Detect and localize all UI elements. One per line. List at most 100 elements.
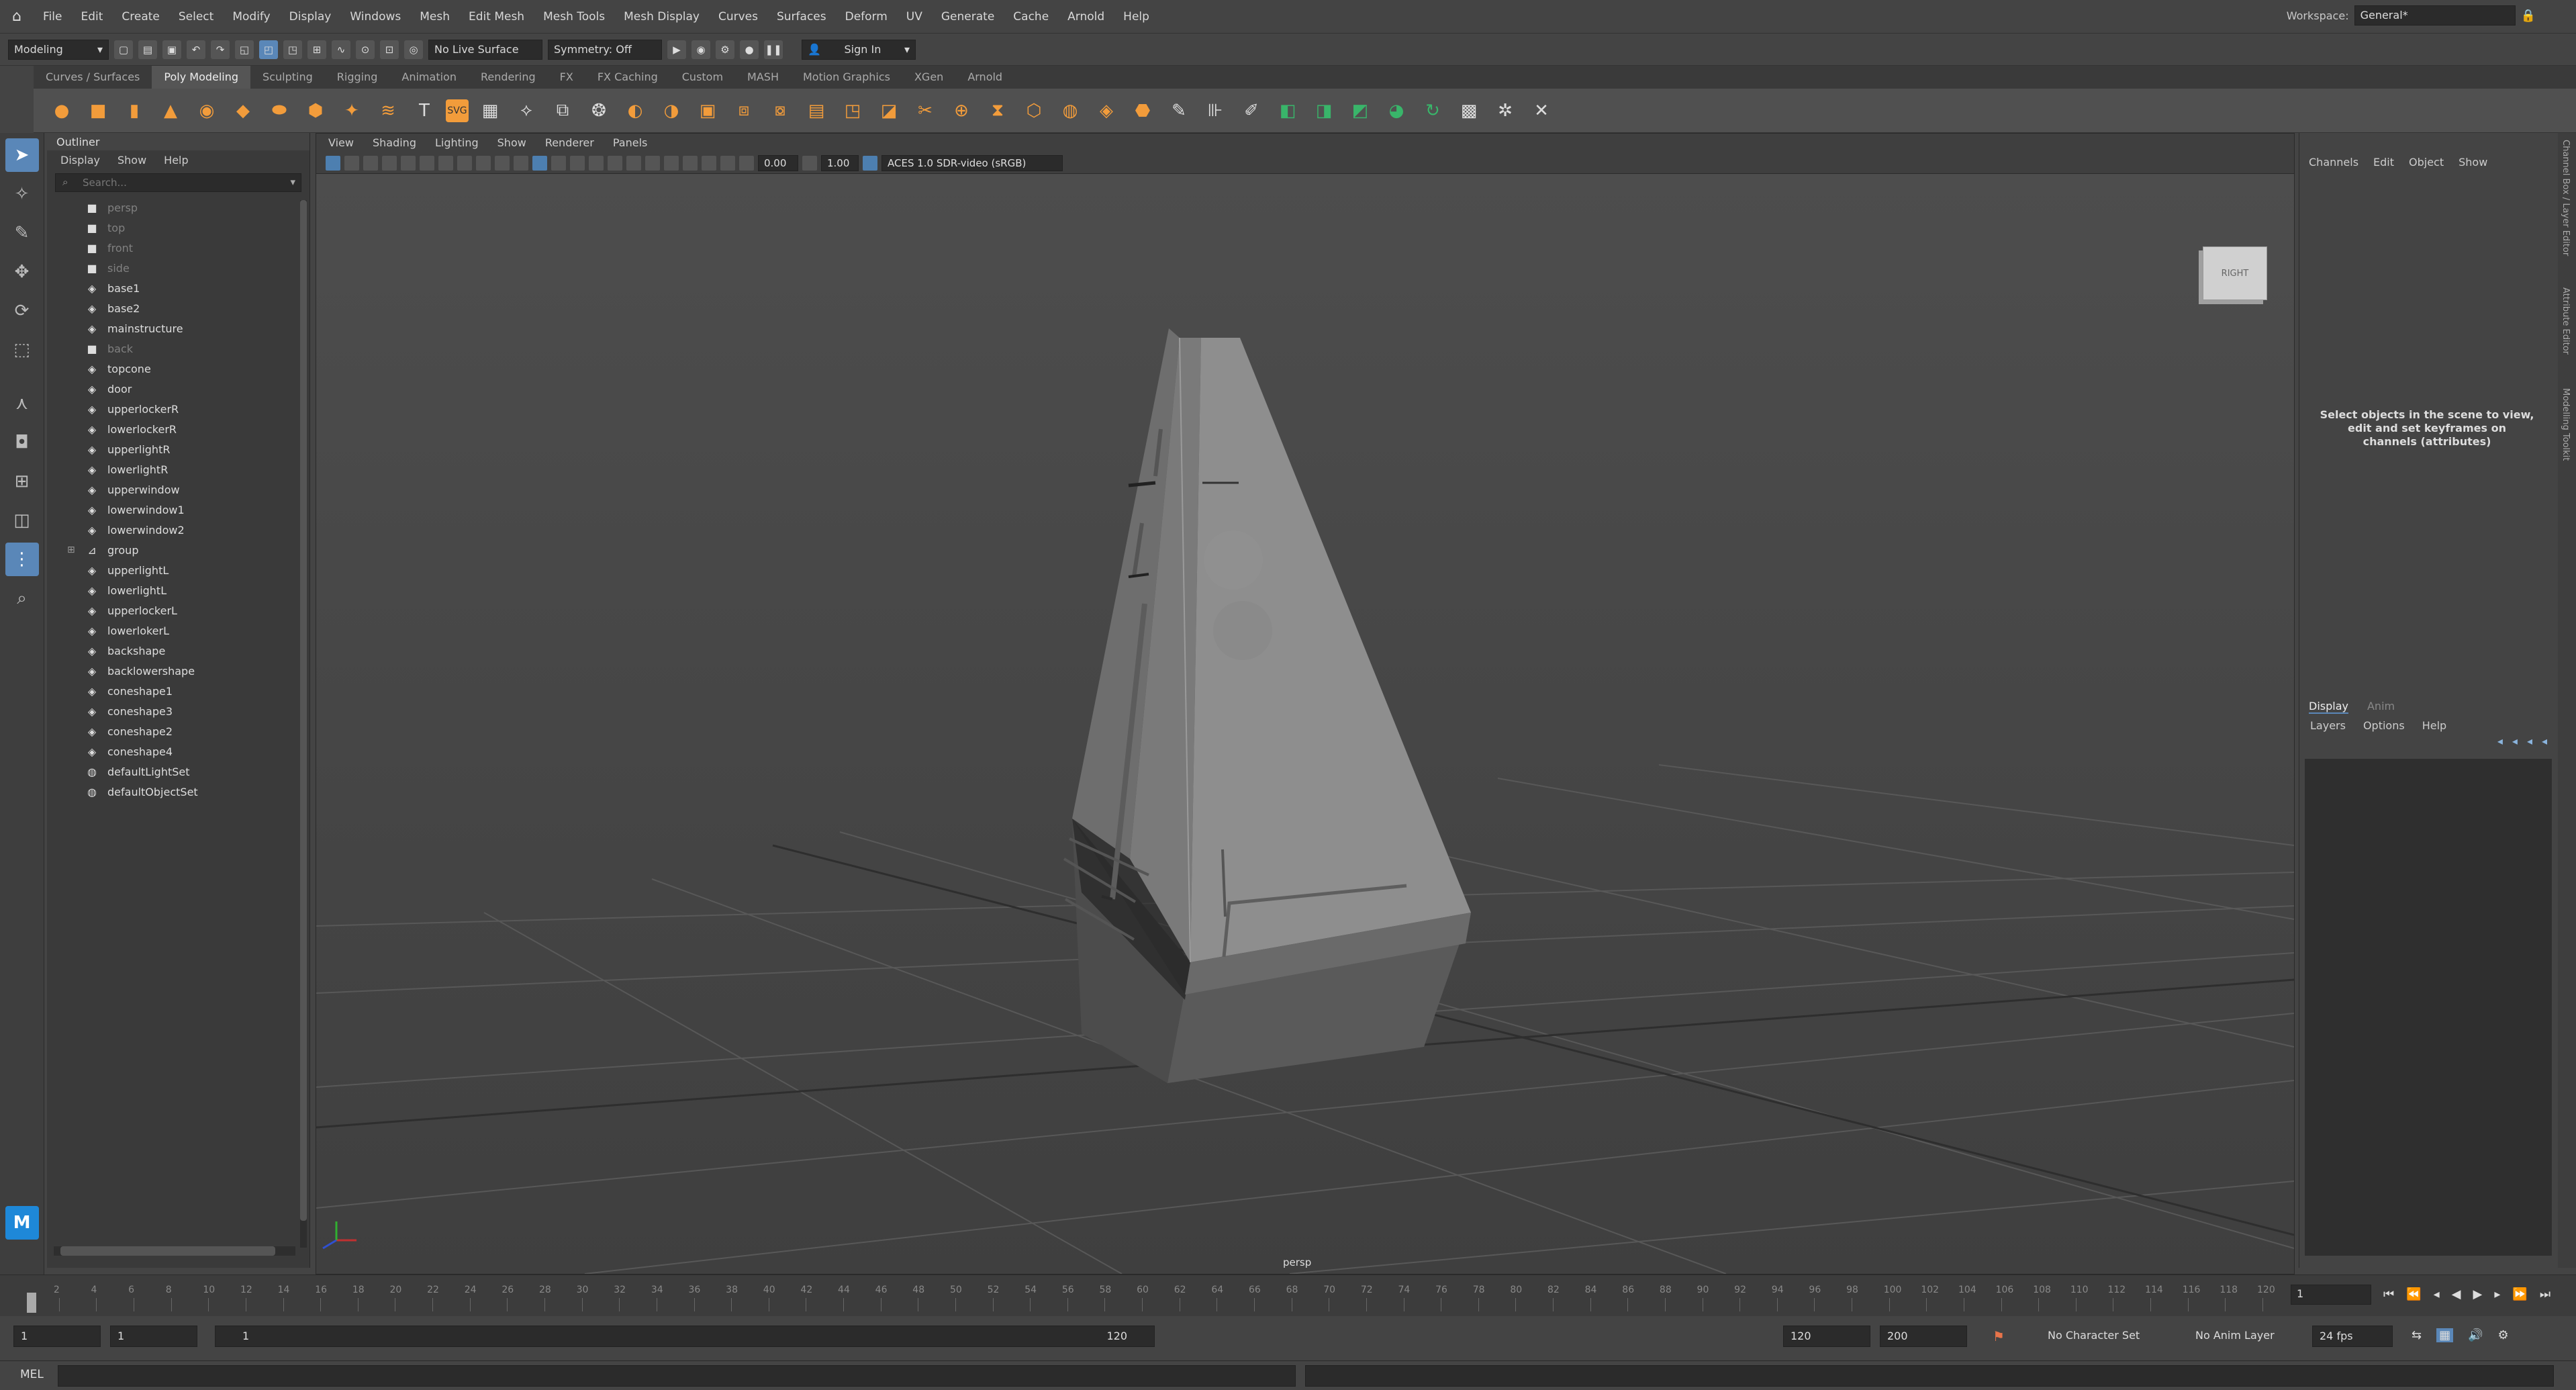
channel-box-menu-edit[interactable]: Edit (2373, 156, 2394, 169)
xray-joints-icon[interactable] (720, 155, 735, 171)
select-object-icon[interactable]: ◰ (259, 40, 278, 59)
shelf-tab-xgen[interactable]: XGen (902, 66, 955, 89)
auto-key-icon[interactable]: ⚑ (1993, 1328, 2005, 1344)
target-weld-icon[interactable]: ⊕ (947, 96, 976, 126)
outliner-item[interactable]: ◈ upperlockerR (47, 399, 309, 419)
command-language-label[interactable]: MEL (20, 1368, 44, 1381)
channel-box-menu-object[interactable]: Object (2409, 156, 2444, 169)
outliner-item[interactable]: ◈ upperlightL (47, 560, 309, 580)
tab-display[interactable]: Display (2309, 700, 2348, 714)
time-slider[interactable]: 1 ⏮ ⏪ ◂ ◀ ▶ ▸ ⏩ ⏭ 2 4 6 8 10 12 14 16 18 20 22 24 26… (0, 1275, 2576, 1316)
smooth-icon[interactable]: ❂ (584, 96, 614, 126)
play-back-icon[interactable]: ◀ (2452, 1287, 2461, 1301)
uv-auto-icon[interactable]: ◨ (1309, 96, 1339, 126)
poly-cube-icon[interactable]: ■ (83, 96, 113, 126)
uv-cylindrical-icon[interactable]: ◩ (1345, 96, 1375, 126)
pause-icon[interactable]: ❚❚ (764, 40, 783, 59)
resolution-gate-icon[interactable] (457, 155, 472, 171)
character-set-dropdown[interactable]: No Character Set (2041, 1326, 2182, 1347)
gamma-field[interactable]: 1.00 (821, 154, 859, 171)
ambient-occlusion-icon[interactable] (626, 155, 641, 171)
four-view-icon[interactable]: ⊞ (5, 465, 39, 498)
hypershade-icon[interactable]: ● (740, 40, 759, 59)
menu-uv[interactable]: UV (897, 10, 932, 24)
new-layer-icon[interactable]: ◂ (2527, 735, 2532, 747)
sign-in-button[interactable]: 👤 Sign In ▾ (802, 39, 916, 60)
field-chart-icon[interactable] (495, 155, 510, 171)
step-forward-key-icon[interactable]: ⏩ (2512, 1287, 2527, 1301)
scale-tool-icon[interactable]: ⬚ (5, 333, 39, 367)
step-back-frame-icon[interactable]: ◂ (2434, 1287, 2440, 1301)
super-shape-icon[interactable]: ✦ (337, 96, 367, 126)
outliner-item[interactable]: ◈ coneshape4 (47, 741, 309, 761)
menu-edit[interactable]: Edit (71, 10, 112, 24)
outliner-item[interactable]: ◈ upperwindow (47, 479, 309, 500)
outliner-hscrollbar[interactable] (54, 1246, 295, 1256)
lights-icon[interactable] (589, 155, 604, 171)
insert-edge-loop-icon[interactable]: ⧗ (983, 96, 1012, 126)
channel-box-menu-show[interactable]: Show (2459, 156, 2487, 169)
lock-icon[interactable]: 🔒 (2521, 9, 2536, 23)
outliner-item[interactable]: ■ back (47, 338, 309, 359)
layout-outliner-icon[interactable]: ⋮ (5, 543, 39, 576)
bool-union-icon[interactable]: ⧈ (729, 96, 759, 126)
grid-icon[interactable]: ▦ (475, 96, 505, 126)
grid-toggle-icon[interactable] (420, 155, 434, 171)
fill-hole-icon[interactable]: ▤ (802, 96, 831, 126)
wireframe-icon[interactable] (532, 155, 547, 171)
viewport-scene[interactable]: RIGHT persp (316, 174, 2295, 1275)
film-gate-icon[interactable] (438, 155, 453, 171)
command-input[interactable] (58, 1365, 1296, 1387)
viewport-menu-renderer[interactable]: Renderer (545, 136, 594, 150)
select-hierarchy-icon[interactable]: ◱ (235, 40, 254, 59)
move-layer-up-icon[interactable]: ◂ (2497, 735, 2503, 747)
menu-modify[interactable]: Modify (223, 10, 279, 24)
shelf-tab-fx-caching[interactable]: FX Caching (585, 66, 670, 89)
save-scene-icon[interactable]: ▣ (162, 40, 181, 59)
shelf-tab-arnold[interactable]: Arnold (955, 66, 1014, 89)
shelf-tab-rigging[interactable]: Rigging (325, 66, 390, 89)
side-by-side-icon[interactable]: ◫ (5, 504, 39, 537)
anim-prefs-icon[interactable]: ⚙ (2498, 1328, 2509, 1342)
shelf-tab-fx[interactable]: FX (548, 66, 585, 89)
menu-file[interactable]: File (34, 10, 71, 24)
xray-icon[interactable] (702, 155, 716, 171)
tab-attribute-editor[interactable]: Attribute Editor (2561, 287, 2571, 355)
svg-tool-icon[interactable]: SVG (446, 99, 469, 122)
playback-end-field[interactable]: 120 (1783, 1326, 1870, 1347)
outliner-item[interactable]: ■ top (47, 218, 309, 238)
shelf-tab-animation[interactable]: Animation (389, 66, 469, 89)
live-surface-field[interactable]: No Live Surface (428, 39, 542, 60)
outliner-search-input[interactable]: ⌕ Search... ▾ (55, 173, 301, 192)
outliner-item[interactable]: ◈ lowerlokerL (47, 620, 309, 641)
viewport-menu-view[interactable]: View (328, 136, 354, 150)
image-plane-icon[interactable] (382, 155, 397, 171)
rotate-tool-icon[interactable]: ⟳ (5, 294, 39, 328)
playback-start-field[interactable]: 1 (110, 1326, 197, 1347)
render-settings-icon[interactable]: ⚙ (716, 40, 734, 59)
shelf-tab-curves-surfaces[interactable]: Curves / Surfaces (34, 66, 152, 89)
poly-sphere-icon[interactable]: ● (47, 96, 77, 126)
outliner-item[interactable]: ◈ lowerwindow1 (47, 500, 309, 520)
play-forward-icon[interactable]: ▶ (2473, 1287, 2483, 1301)
uv-spherical-icon[interactable]: ◕ (1382, 96, 1411, 126)
new-scene-icon[interactable]: ▢ (114, 40, 133, 59)
merge-icon[interactable]: ◳ (838, 96, 867, 126)
shelf-tab-motion-graphics[interactable]: Motion Graphics (791, 66, 902, 89)
color-management-icon[interactable] (863, 155, 877, 171)
outliner-item[interactable]: ◈ lowerwindow2 (47, 520, 309, 540)
menu-generate[interactable]: Generate (932, 10, 1004, 24)
outliner-item[interactable]: ⊞ ⊿ group (47, 540, 309, 560)
menu-edit-mesh[interactable]: Edit Mesh (459, 10, 534, 24)
redo-icon[interactable]: ↷ (211, 40, 230, 59)
sweep-mesh-icon[interactable]: ≋ (373, 96, 403, 126)
outliner-item[interactable]: ◈ door (47, 379, 309, 399)
tab-modelling-toolkit[interactable]: Modelling Toolkit (2561, 388, 2571, 461)
bookmark-icon[interactable] (363, 155, 378, 171)
outliner-item[interactable]: ◈ lowerlightL (47, 580, 309, 600)
step-back-key-icon[interactable]: ⏪ (2406, 1287, 2421, 1301)
shelf-tab-mash[interactable]: MASH (735, 66, 791, 89)
menu-deform[interactable]: Deform (836, 10, 897, 24)
snap-view-icon[interactable]: ⊡ (380, 40, 399, 59)
poly-plane-icon[interactable]: ◆ (228, 96, 258, 126)
